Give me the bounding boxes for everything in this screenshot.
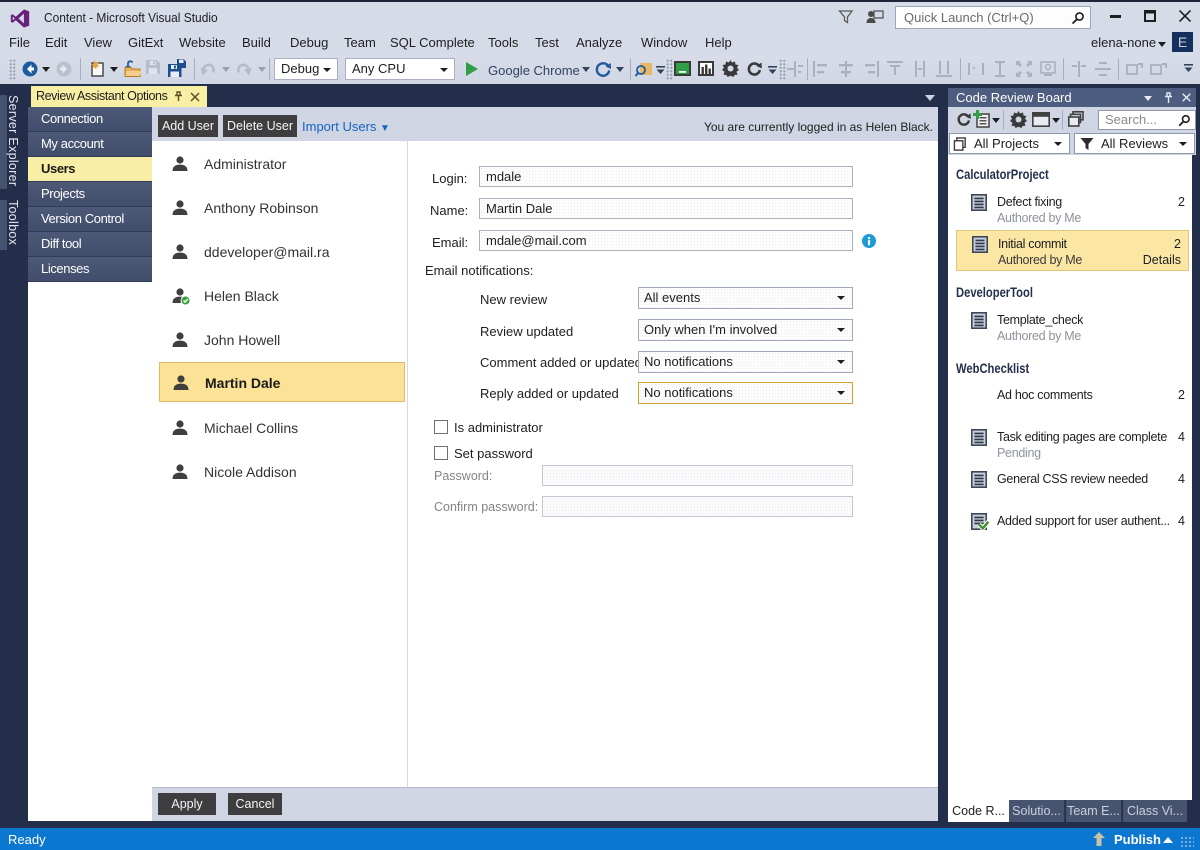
svg-text:*: * xyxy=(972,65,976,76)
